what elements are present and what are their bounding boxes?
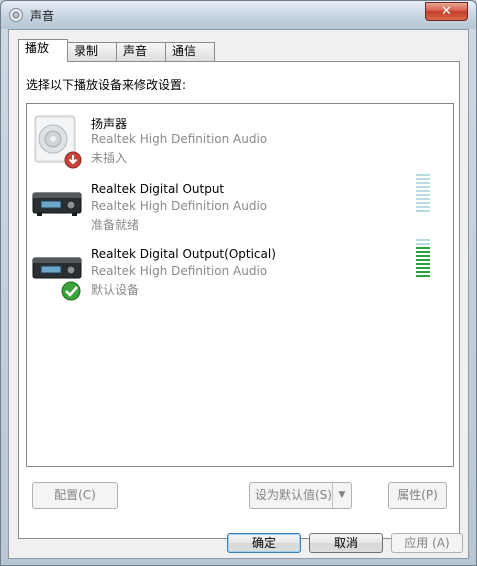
meter-segment bbox=[416, 190, 430, 192]
tab-recording-label: 录制 bbox=[74, 44, 99, 58]
cancel-button[interactable]: 取消 bbox=[309, 533, 383, 553]
window-title: 声音 bbox=[30, 9, 55, 23]
meter-segment bbox=[416, 206, 430, 208]
device-item-digital-output-optical[interactable]: Realtek Digital Output(Optical) Realtek … bbox=[27, 239, 453, 308]
instruction-text: 选择以下播放设备来修改设置: bbox=[26, 78, 187, 92]
meter-segment bbox=[416, 255, 430, 257]
set-default-label: 设为默认值(S) bbox=[255, 488, 332, 502]
device-status: 准备就绪 bbox=[91, 218, 140, 232]
tab-playback[interactable]: 播放 bbox=[18, 39, 68, 62]
sound-dialog-window: 声音 ✕ 播放 录制 声音 通信 选择以下播放设备来修改设置: 扬声器 Real… bbox=[0, 0, 477, 566]
meter-segment bbox=[416, 239, 430, 241]
device-driver: Realtek High Definition Audio bbox=[91, 199, 268, 213]
volume-level-meter bbox=[416, 239, 430, 279]
meter-segment bbox=[416, 198, 430, 200]
meter-segment bbox=[416, 271, 430, 273]
playback-device-list[interactable]: 扬声器 Realtek High Definition Audio 未插入 Re… bbox=[26, 103, 454, 467]
meter-segment bbox=[416, 275, 430, 277]
meter-segment bbox=[416, 210, 430, 212]
digital-output-device-icon bbox=[32, 257, 82, 301]
properties-button[interactable]: 属性(P) bbox=[388, 482, 447, 509]
device-item-speakers[interactable]: 扬声器 Realtek High Definition Audio 未插入 bbox=[27, 112, 453, 176]
meter-segment bbox=[416, 178, 430, 180]
close-icon: ✕ bbox=[441, 4, 452, 19]
title-bar[interactable]: 声音 ✕ bbox=[1, 1, 476, 29]
device-status: 未插入 bbox=[91, 151, 128, 165]
device-driver: Realtek High Definition Audio bbox=[91, 264, 268, 278]
meter-segment bbox=[416, 182, 430, 184]
meter-segment bbox=[416, 247, 430, 249]
ok-button[interactable]: 确定 bbox=[227, 533, 301, 553]
device-status: 默认设备 bbox=[91, 283, 140, 297]
apply-button[interactable]: 应用 (A) bbox=[391, 533, 463, 553]
meter-segment bbox=[416, 263, 430, 265]
speaker-icon bbox=[34, 115, 82, 169]
tab-sounds-label: 声音 bbox=[123, 44, 148, 58]
chevron-down-icon[interactable]: ▼ bbox=[332, 483, 351, 508]
device-name: Realtek Digital Output(Optical) bbox=[91, 247, 276, 261]
close-button[interactable]: ✕ bbox=[425, 2, 468, 21]
unplugged-badge-icon bbox=[64, 151, 82, 169]
meter-segment bbox=[416, 267, 430, 269]
tab-communications-label: 通信 bbox=[172, 44, 197, 58]
playback-panel: 选择以下播放设备来修改设置: 扬声器 Realtek High Definiti… bbox=[18, 61, 460, 539]
meter-segment bbox=[416, 259, 430, 261]
meter-segment bbox=[416, 251, 430, 253]
volume-level-meter bbox=[416, 174, 430, 214]
default-checkmark-icon bbox=[61, 281, 81, 301]
tab-sounds[interactable]: 声音 bbox=[116, 42, 166, 61]
device-item-digital-output[interactable]: Realtek Digital Output Realtek High Defi… bbox=[27, 174, 453, 243]
meter-segment bbox=[416, 186, 430, 188]
digital-output-device-icon bbox=[32, 192, 82, 216]
configure-button[interactable]: 配置(C) bbox=[32, 482, 118, 509]
meter-segment bbox=[416, 243, 430, 245]
meter-segment bbox=[416, 174, 430, 176]
device-name: 扬声器 bbox=[91, 117, 128, 131]
sound-app-icon bbox=[9, 8, 23, 22]
set-default-button[interactable]: 设为默认值(S) ▼ bbox=[249, 482, 352, 509]
tab-playback-label: 播放 bbox=[25, 41, 50, 55]
meter-segment bbox=[416, 194, 430, 196]
dialog-client-area: 播放 录制 声音 通信 选择以下播放设备来修改设置: 扬声器 Realtek H… bbox=[8, 29, 469, 559]
tab-recording[interactable]: 录制 bbox=[67, 42, 117, 61]
device-name: Realtek Digital Output bbox=[91, 182, 225, 196]
meter-segment bbox=[416, 202, 430, 204]
tab-communications[interactable]: 通信 bbox=[165, 42, 215, 61]
device-driver: Realtek High Definition Audio bbox=[91, 132, 268, 146]
